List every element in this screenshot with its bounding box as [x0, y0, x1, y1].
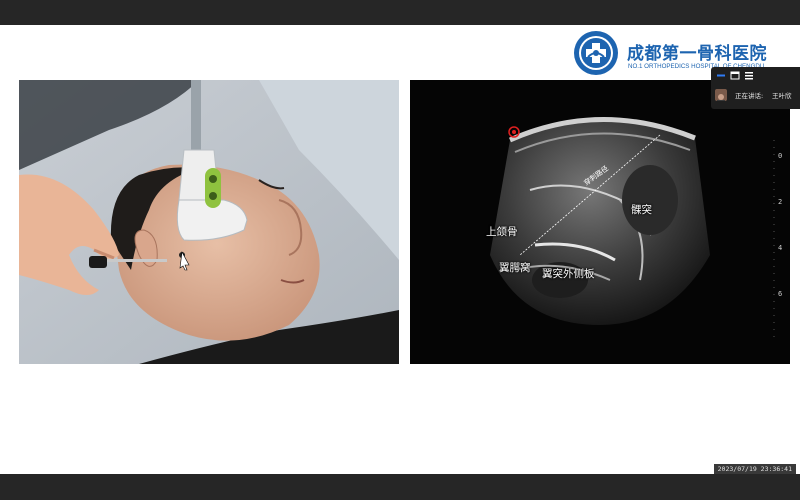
ultrasound-image: 穿刺路径 髁突 上颌骨 翼腭窝 翼突外侧板 0 2 4 6 [410, 80, 790, 364]
speaking-status-label: 正在讲话: [735, 92, 764, 100]
speaker-floating-panel[interactable]: 正在讲话: 王叶欣 智 [711, 67, 800, 109]
pterygopalatine-fossa-label: 翼腭窝 [499, 262, 531, 274]
window-icon[interactable] [730, 71, 740, 80]
list-icon[interactable] [744, 71, 754, 80]
depth-tick-label: 4 [778, 244, 783, 252]
ultrasound-scan [490, 117, 710, 325]
speaker-name: 王叶欣 [772, 92, 792, 100]
depth-tick-label: 6 [778, 290, 783, 298]
depth-tick-label: 2 [778, 198, 783, 206]
presentation-slide: 成都第一骨科医院 NO.1 ORTHOPEDICS HOSPITAL OF CH… [0, 25, 800, 474]
hospital-name: 成都第一骨科医院 [627, 44, 767, 64]
probe-placement-photo [19, 80, 399, 364]
depth-scale: 0 2 4 6 [770, 140, 790, 340]
recording-timestamp: 2023/07/19 23:36:41 [713, 464, 796, 474]
active-speaker-row: 正在讲话: 王叶欣 智 [715, 87, 800, 103]
hospital-emblem-icon [574, 31, 618, 75]
lateral-pterygoid-plate-label: 翼突外侧板 [542, 268, 595, 280]
minimize-icon[interactable] [716, 71, 726, 80]
bottom-bar [0, 474, 800, 500]
condylar-process-label: 髁突 [631, 204, 652, 216]
maxilla-label: 上颌骨 [486, 226, 518, 238]
depth-tick-label: 0 [778, 152, 783, 160]
speaker-avatar [715, 89, 727, 101]
top-bar [0, 0, 800, 25]
